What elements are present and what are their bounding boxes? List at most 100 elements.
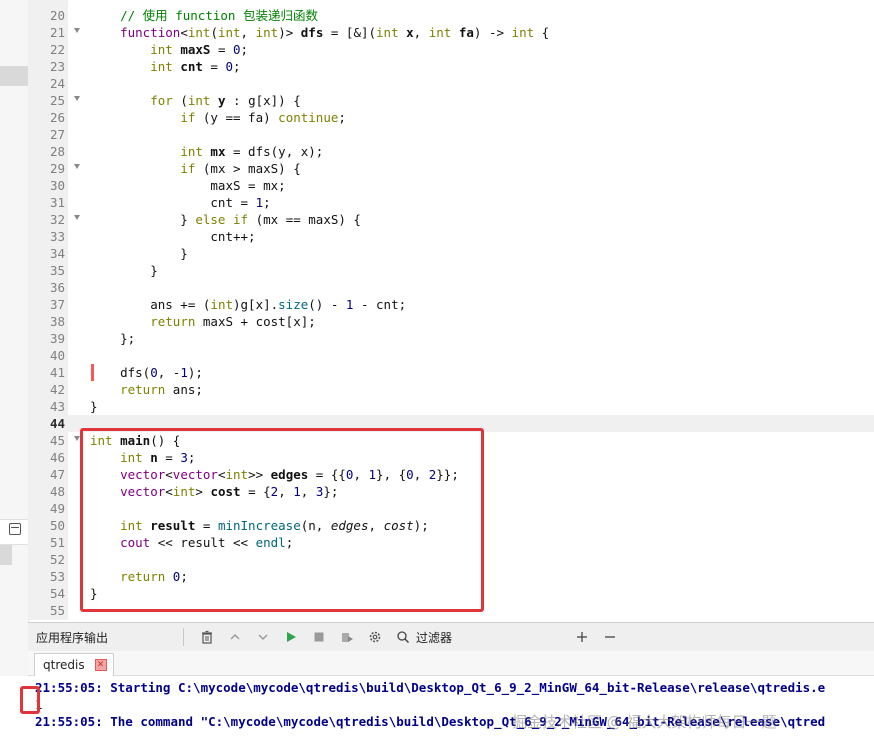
- panel-toggle-icon[interactable]: [9, 523, 21, 535]
- code-line[interactable]: 23 int cnt = 0;: [28, 58, 874, 75]
- code-text: int maxS = 0;: [150, 42, 249, 57]
- sidebar-scroll-handle[interactable]: [0, 545, 12, 565]
- fold-arrow-icon[interactable]: [74, 96, 80, 101]
- line-number: 52: [49, 552, 65, 567]
- code-text: int mx = dfs(y, x);: [180, 144, 324, 159]
- line-number: 48: [49, 484, 65, 499]
- code-text: function<int(int, int)> dfs = [&](int x,…: [120, 25, 550, 40]
- code-text: cnt++;: [90, 229, 256, 244]
- stop-icon[interactable]: [312, 630, 326, 644]
- line-number: 31: [49, 195, 65, 210]
- left-sidebar-strip: [0, 0, 29, 752]
- code-text: int cnt = 0;: [150, 59, 241, 74]
- line-number: 39: [49, 331, 65, 346]
- code-line[interactable]: 34 }: [28, 245, 874, 262]
- fold-arrow-icon[interactable]: [74, 215, 80, 220]
- line-number: 26: [49, 110, 65, 125]
- line-number: 33: [49, 229, 65, 244]
- code-line[interactable]: 33 cnt++;: [28, 228, 874, 245]
- code-text: if (y == fa) continue;: [180, 110, 346, 125]
- tab-label: qtredis: [43, 658, 85, 672]
- line-number: 47: [49, 467, 65, 482]
- line-number: 28: [49, 144, 65, 159]
- output-line-start: 21:55:05: Starting C:\mycode\mycode\qtre…: [35, 680, 826, 695]
- line-number: 51: [49, 535, 65, 550]
- run-play-icon[interactable]: [284, 630, 298, 644]
- code-line[interactable]: 39 };: [28, 330, 874, 347]
- code-line[interactable]: 38 return maxS + cost[x];: [28, 313, 874, 330]
- toolbar-separator: [183, 628, 184, 646]
- line-number: 38: [49, 314, 65, 329]
- code-line[interactable]: 22 int maxS = 0;: [28, 41, 874, 58]
- line-number: 45: [49, 433, 65, 448]
- code-text: }: [90, 399, 98, 414]
- code-text: return maxS + cost[x];: [150, 314, 316, 329]
- line-number: 20: [49, 8, 65, 23]
- line-number: 44: [49, 416, 65, 431]
- line-number: 54: [49, 586, 65, 601]
- code-text: ans += (int)g[x].size() - 1 - cnt;: [90, 297, 407, 312]
- code-text: }: [90, 263, 158, 278]
- code-line[interactable]: 29 if (mx > maxS) {: [28, 160, 874, 177]
- filter-input[interactable]: 过滤器: [416, 629, 452, 646]
- clear-trash-icon[interactable]: [200, 630, 214, 644]
- fold-arrow-icon[interactable]: [74, 164, 80, 169]
- line-number: 23: [49, 59, 65, 74]
- code-line[interactable]: 42 return ans;: [28, 381, 874, 398]
- chevron-up-icon[interactable]: [228, 630, 242, 644]
- line-number: 42: [49, 382, 65, 397]
- tab-qtredis[interactable]: qtredis ✕: [34, 653, 114, 676]
- code-text: for (int y : g[x]) {: [150, 93, 301, 108]
- code-line[interactable]: 24: [28, 75, 874, 92]
- line-number: 22: [49, 42, 65, 57]
- line-number: 34: [49, 246, 65, 261]
- panel-title: 应用程序输出: [36, 631, 109, 645]
- code-text: cnt = 1;: [90, 195, 271, 210]
- code-text: }: [90, 246, 188, 261]
- line-number: 29: [49, 161, 65, 176]
- settings-gear-icon[interactable]: [368, 630, 382, 644]
- code-line[interactable]: 40: [28, 347, 874, 364]
- watermark: 掘金技术社区 @ 福大大架构师每日一题: [512, 713, 777, 731]
- line-number: 36: [49, 280, 65, 295]
- code-text: };: [90, 331, 136, 346]
- line-number: 21: [49, 25, 65, 40]
- line-number: 24: [49, 76, 65, 91]
- code-line[interactable]: 35 }: [28, 262, 874, 279]
- code-text: } else if (mx == maxS) {: [90, 212, 361, 227]
- search-icon: [397, 631, 410, 644]
- line-number: 32: [49, 212, 65, 227]
- code-line[interactable]: 20 // 使用 function 包装递归函数: [28, 7, 874, 24]
- line-number: 25: [49, 93, 65, 108]
- line-number: 27: [49, 127, 65, 142]
- code-text: maxS = mx;: [90, 178, 286, 193]
- fold-arrow-icon[interactable]: [74, 28, 80, 33]
- close-icon[interactable]: ✕: [94, 659, 107, 671]
- line-number: 40: [49, 348, 65, 363]
- code-line[interactable]: 36: [28, 279, 874, 296]
- sidebar-selected-band: [0, 66, 28, 86]
- code-line[interactable]: 41 dfs(0, -1);: [28, 364, 874, 381]
- line-number: 55: [49, 603, 65, 618]
- code-text: dfs(0, -1);: [90, 365, 203, 380]
- chevron-down-icon[interactable]: [256, 630, 270, 644]
- code-line[interactable]: 21 function<int(int, int)> dfs = [&](int…: [28, 24, 874, 41]
- code-line[interactable]: 26 if (y == fa) continue;: [28, 109, 874, 126]
- line-number: 46: [49, 450, 65, 465]
- code-line[interactable]: 27: [28, 126, 874, 143]
- output-tabs: qtredis ✕: [28, 651, 874, 676]
- minus-icon[interactable]: [603, 630, 617, 644]
- line-number: 37: [49, 297, 65, 312]
- code-line[interactable]: 32 } else if (mx == maxS) {: [28, 211, 874, 228]
- line-number: 43: [49, 399, 65, 414]
- code-line[interactable]: 25 for (int y : g[x]) {: [28, 92, 874, 109]
- add-plus-icon[interactable]: [575, 630, 589, 644]
- code-line[interactable]: 28 int mx = dfs(y, x);: [28, 143, 874, 160]
- code-line[interactable]: 31 cnt = 1;: [28, 194, 874, 211]
- output-panel-toolbar: 应用程序输出 过滤器: [28, 622, 874, 652]
- highlight-box-result: [20, 686, 40, 714]
- code-line[interactable]: 43}: [28, 398, 874, 415]
- code-line[interactable]: 30 maxS = mx;: [28, 177, 874, 194]
- attach-debugger-icon[interactable]: [340, 630, 354, 644]
- code-line[interactable]: 37 ans += (int)g[x].size() - 1 - cnt;: [28, 296, 874, 313]
